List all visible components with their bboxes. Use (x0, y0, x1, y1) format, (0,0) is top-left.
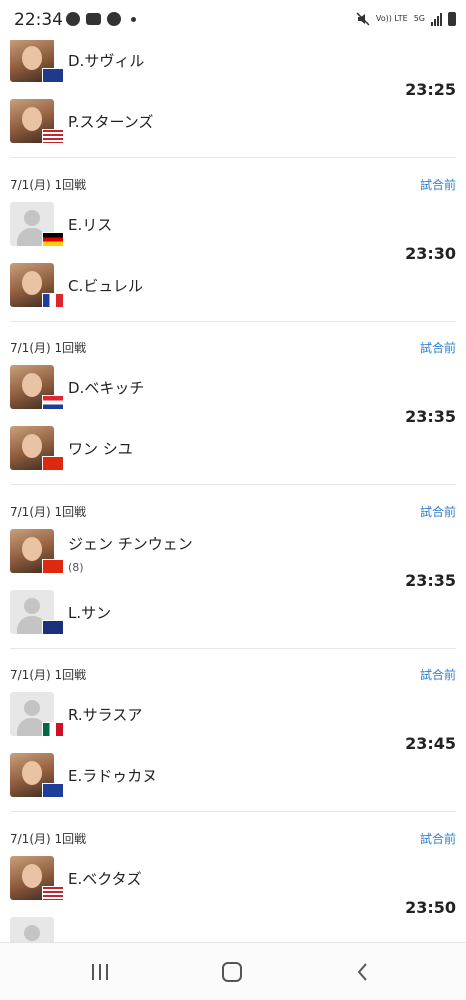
match-status: 試合前 (419, 668, 456, 682)
match-date-round: 7/1(月) 1回戦 (10, 504, 87, 519)
player-name: E.リス (68, 215, 113, 234)
mute-icon (356, 12, 370, 26)
match-card[interactable]: 7/1(月) 1回戦 試合前 23:30 E.リス C.ビュレル (0, 158, 466, 322)
player-row[interactable]: C.ビュレル (10, 262, 390, 309)
navigation-bar (0, 942, 466, 1000)
flag-france-icon (42, 292, 64, 308)
match-start-time: 23:50 (405, 897, 456, 917)
player-seed: (8) (68, 560, 84, 574)
flag-new-zealand-icon (42, 619, 64, 635)
status-bar: 22:34 Vo)) LTE 5G (0, 0, 466, 40)
volte-icon: Vo)) LTE (375, 14, 408, 23)
match-status: 試合前 (419, 504, 456, 519)
player-name: L.サン (68, 603, 112, 622)
status-time: 22:34 (14, 10, 63, 30)
player-row[interactable]: E.ラドゥカヌ (10, 753, 390, 799)
player-row[interactable]: R.サラスア (10, 692, 390, 738)
flag-china-icon (42, 558, 64, 574)
player-row[interactable]: E.リス (10, 201, 390, 248)
match-date-round: 7/1(月) 1回戦 (10, 831, 87, 846)
flag-mexico-icon (42, 722, 64, 737)
match-card[interactable]: 7/1(月) 1回戦 試合前 23:35 ジェン チンウェン (8) L.サン (0, 485, 466, 649)
player-name: P.スターンズ (68, 113, 154, 131)
flag-croatia-icon (42, 395, 64, 410)
player-name: E.ベクタズ (68, 869, 142, 888)
match-start-time: 23:35 (405, 570, 456, 590)
player-name: R.サラスア (68, 706, 143, 724)
match-start-time: 23:35 (405, 407, 456, 426)
line-icon (66, 12, 80, 26)
recent-apps-button[interactable] (92, 964, 108, 980)
player-name: D.ベキッチ (68, 379, 145, 397)
flag-usa-icon (42, 885, 64, 901)
player-row[interactable]: ワン シユ (10, 426, 390, 472)
5g-icon: 5G (413, 14, 425, 23)
player-name: ワン シユ (68, 440, 133, 458)
flag-germany-icon (42, 231, 64, 247)
player-name: E.ラドゥカヌ (68, 767, 158, 785)
match-date-round: 7/1(月) 1回戦 (10, 177, 87, 192)
match-start-time: 23:45 (405, 734, 456, 753)
player-row[interactable]: D.ベキッチ (10, 365, 390, 411)
match-card[interactable]: 7/1(月) 1回戦 試合前 23:45 R.サラスア E.ラドゥカヌ (0, 648, 466, 812)
signal-icon (431, 12, 442, 26)
match-card[interactable]: 7/1(月) 1回戦 試合前 23:35 D.ベキッチ ワン シユ (0, 321, 466, 485)
flag-australia-icon (42, 68, 64, 83)
do-not-disturb-icon (107, 12, 121, 26)
player-row[interactable]: P.スターンズ (10, 99, 390, 145)
player-row[interactable]: ジェン チンウェン (8) (10, 528, 390, 575)
flag-uk-icon (42, 783, 64, 798)
flag-usa-icon (42, 129, 64, 144)
match-status: 試合前 (419, 341, 456, 355)
match-status: 試合前 (419, 831, 456, 846)
mail-icon (86, 13, 101, 25)
match-start-time: 23:25 (405, 80, 456, 99)
dot-icon (131, 16, 136, 22)
match-date-round: 7/1(月) 1回戦 (10, 341, 87, 355)
player-row[interactable]: D.サヴィル (10, 38, 390, 84)
player-name: C.ビュレル (68, 276, 143, 295)
flag-china-icon (42, 456, 64, 471)
match-date-round: 7/1(月) 1回戦 (10, 668, 87, 682)
player-name: D.サヴィル (68, 52, 145, 70)
player-row[interactable]: E.ベクタズ (10, 855, 390, 902)
back-button[interactable] (355, 962, 371, 982)
match-start-time: 23:30 (405, 243, 456, 263)
battery-icon (448, 12, 456, 26)
player-row[interactable]: L.サン (10, 589, 390, 636)
home-button[interactable] (222, 962, 242, 982)
match-status: 試合前 (419, 177, 456, 192)
player-name: ジェン チンウェン (68, 534, 193, 553)
